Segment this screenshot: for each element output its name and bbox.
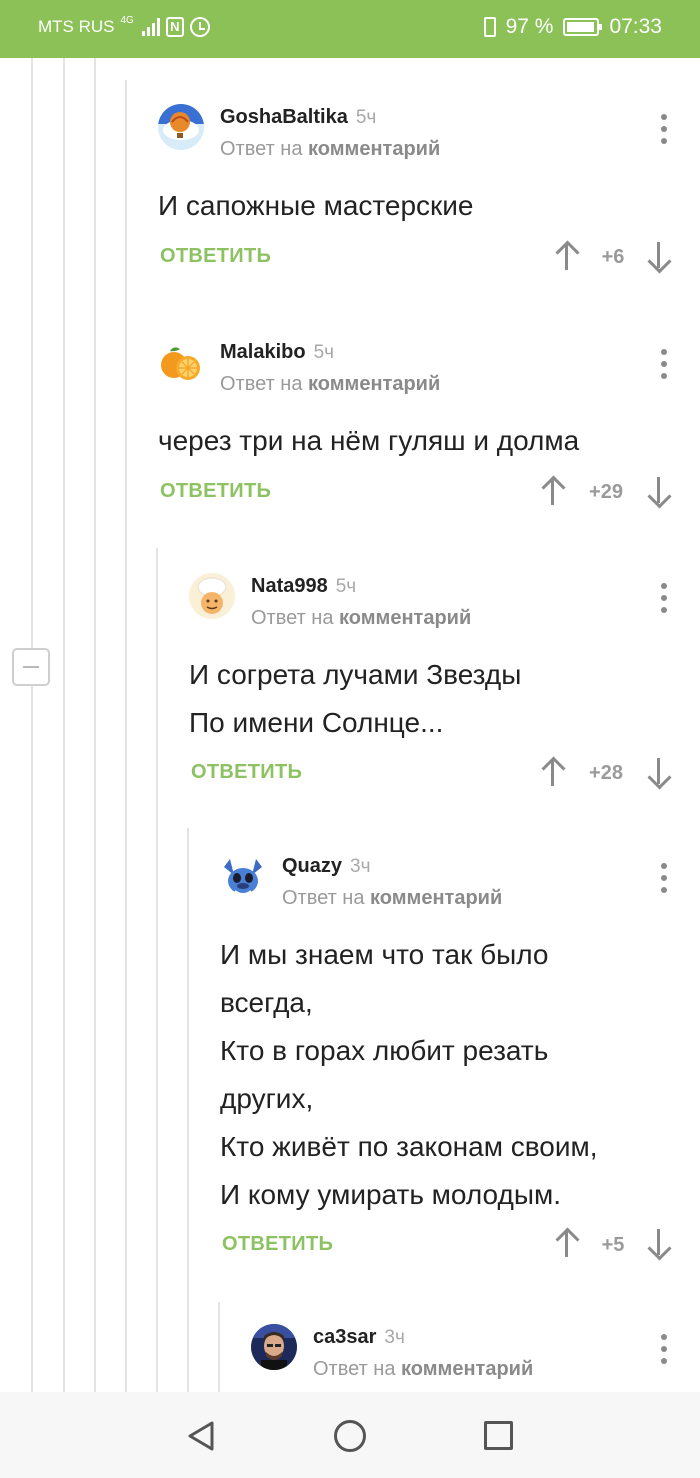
thread-line bbox=[31, 686, 33, 1392]
comment: ca3sar 3ч Ответ на комментарий bbox=[251, 1324, 670, 1392]
man-portrait-icon bbox=[251, 1324, 297, 1370]
avatar[interactable] bbox=[220, 853, 266, 899]
more-options-icon[interactable] bbox=[658, 863, 670, 893]
reply-to-link[interactable]: комментарий bbox=[308, 373, 440, 395]
downvote-icon[interactable] bbox=[646, 1227, 670, 1259]
thread-line bbox=[187, 828, 189, 1392]
avatar[interactable] bbox=[158, 104, 204, 150]
reply-button[interactable]: ОТВЕТИТЬ bbox=[160, 245, 271, 268]
orange-fruit-icon bbox=[158, 339, 204, 385]
upvote-icon[interactable] bbox=[540, 756, 564, 788]
avatar[interactable] bbox=[158, 339, 204, 385]
downvote-icon[interactable] bbox=[646, 756, 670, 788]
thread-line bbox=[125, 80, 127, 1392]
comment: GoshaBaltika 5ч Ответ на комментарий И са… bbox=[158, 104, 670, 284]
comment-author[interactable]: Quazy 3ч bbox=[282, 855, 371, 878]
carrier-name: MTS RUS bbox=[38, 17, 115, 36]
upvote-icon[interactable] bbox=[540, 475, 564, 507]
more-options-icon[interactable] bbox=[658, 1334, 670, 1364]
signal-icon bbox=[141, 18, 160, 36]
back-icon[interactable] bbox=[186, 1420, 216, 1452]
reply-to: Ответ на комментарий bbox=[282, 887, 503, 909]
reply-to: Ответ на комментарий bbox=[220, 373, 441, 395]
stitch-character-icon bbox=[220, 853, 266, 899]
more-options-icon[interactable] bbox=[658, 114, 670, 144]
reply-to-link[interactable]: комментарий bbox=[308, 138, 440, 160]
reply-button[interactable]: ОТВЕТИТЬ bbox=[191, 761, 302, 784]
comment-time: 5ч bbox=[335, 576, 357, 597]
comment-time: 5ч bbox=[355, 107, 377, 128]
comment: Nata998 5ч Ответ на комментарий И согрета… bbox=[189, 573, 670, 803]
system-navigation-bar bbox=[0, 1392, 700, 1478]
comment-text: И мы знаем что так было всегда, Кто в го… bbox=[220, 939, 598, 1210]
battery-percent: 97 % bbox=[505, 15, 554, 38]
comment-score: +29 bbox=[589, 481, 623, 503]
reply-button[interactable]: ОТВЕТИТЬ bbox=[160, 480, 271, 503]
collapse-thread-button[interactable] bbox=[12, 648, 50, 686]
nfc-icon: N bbox=[165, 17, 184, 37]
comment-author[interactable]: Nata998 5ч bbox=[251, 575, 356, 598]
comment-text: И сапожные мастерские bbox=[158, 190, 474, 221]
comment-score: +28 bbox=[589, 762, 623, 784]
reply-to-link[interactable]: комментарий bbox=[401, 1358, 533, 1380]
comment-author[interactable]: GoshaBaltika 5ч bbox=[220, 106, 376, 129]
hot-air-balloon-icon bbox=[158, 104, 204, 150]
comment-author[interactable]: ca3sar 3ч bbox=[313, 1326, 405, 1349]
more-options-icon[interactable] bbox=[658, 349, 670, 379]
downvote-icon[interactable] bbox=[646, 475, 670, 507]
comment-score: +6 bbox=[601, 246, 625, 268]
thread-line bbox=[156, 548, 158, 1392]
vibrate-icon bbox=[483, 17, 496, 37]
comment-score: +5 bbox=[601, 1234, 625, 1256]
chef-hat-icon bbox=[189, 573, 235, 619]
comment-text: через три на нём гуляш и долма bbox=[158, 425, 580, 456]
comment: Quazy 3ч Ответ на комментарий И мы знаем … bbox=[220, 853, 670, 1273]
reply-to-link[interactable]: комментарий bbox=[339, 607, 471, 629]
reply-to-link[interactable]: комментарий bbox=[370, 887, 502, 909]
avatar[interactable] bbox=[251, 1324, 297, 1370]
reply-to: Ответ на комментарий bbox=[251, 607, 472, 629]
recent-apps-icon[interactable] bbox=[484, 1421, 513, 1450]
status-bar: MTS RUS 4G N 97 % 07:33 bbox=[0, 0, 700, 58]
reply-button[interactable]: ОТВЕТИТЬ bbox=[222, 1233, 333, 1256]
thread-line bbox=[63, 58, 65, 1392]
battery-icon bbox=[563, 18, 603, 36]
comment-time: 5ч bbox=[313, 342, 335, 363]
network-type: 4G bbox=[120, 14, 134, 26]
comment-author[interactable]: Malakibo 5ч bbox=[220, 341, 334, 364]
clock: 07:33 bbox=[609, 15, 662, 38]
thread-line bbox=[31, 58, 33, 648]
comment-time: 3ч bbox=[350, 856, 371, 877]
comment-time: 3ч bbox=[384, 1327, 405, 1348]
home-icon[interactable] bbox=[334, 1420, 366, 1452]
alarm-icon bbox=[189, 17, 210, 37]
thread-line bbox=[218, 1302, 220, 1392]
avatar[interactable] bbox=[189, 573, 235, 619]
reply-to: Ответ на комментарий bbox=[313, 1358, 534, 1380]
comment: Malakibo 5ч Ответ на комментарий через тр… bbox=[158, 339, 670, 519]
thread-line bbox=[94, 58, 96, 1392]
reply-to: Ответ на комментарий bbox=[220, 138, 441, 160]
downvote-icon[interactable] bbox=[646, 240, 670, 272]
comment-text: И согрета лучами Звезды По имени Солнце..… bbox=[189, 659, 522, 738]
upvote-icon[interactable] bbox=[554, 240, 578, 272]
upvote-icon[interactable] bbox=[554, 1227, 578, 1259]
more-options-icon[interactable] bbox=[658, 583, 670, 613]
